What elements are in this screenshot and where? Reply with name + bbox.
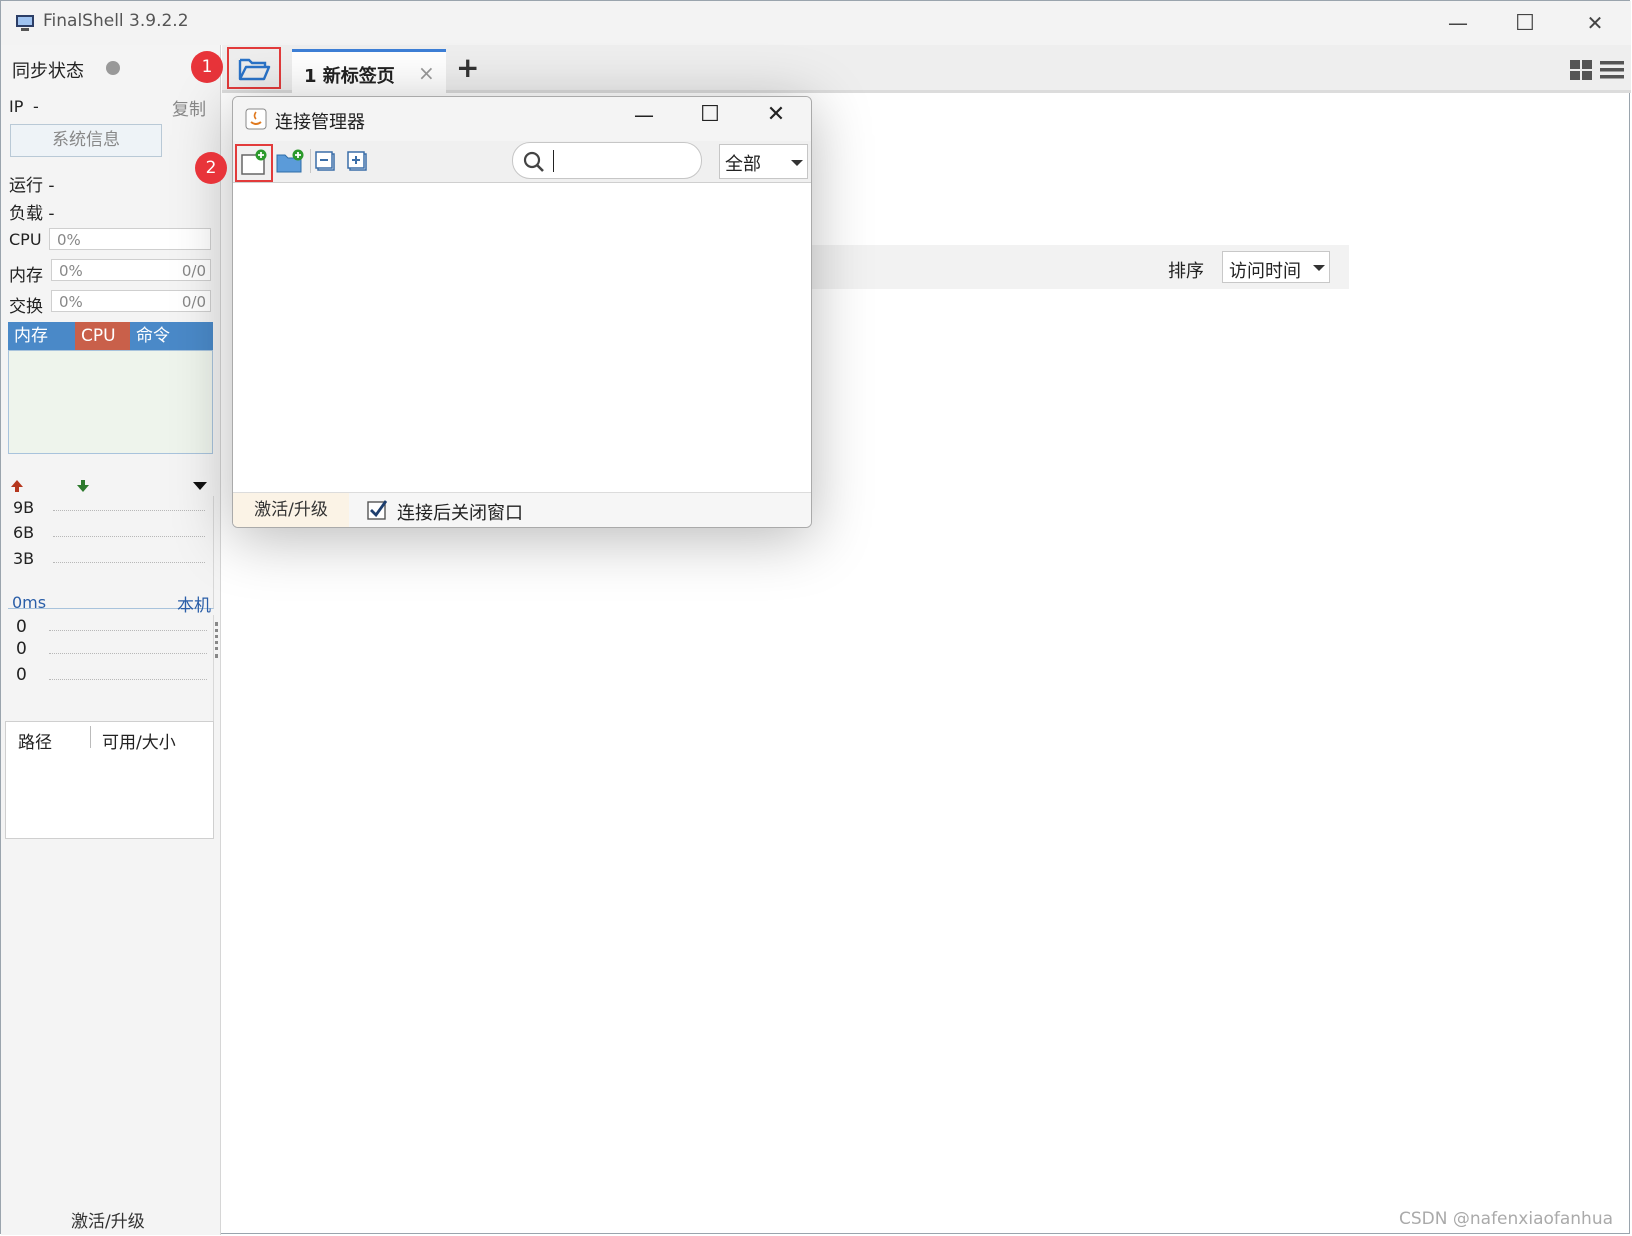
text-cursor [553, 150, 554, 172]
sidebar: 同步状态 IP - 复制 系统信息 运行 - 负载 - CPU 0% 内存 0%… [1, 45, 221, 1235]
close-after-connect-checkbox[interactable] [367, 499, 389, 521]
dialog-footer: 激活/升级 连接后关闭窗口 [233, 492, 811, 527]
net-scale-low: 3B [13, 549, 35, 568]
maximize-button[interactable]: ☐ [1495, 1, 1555, 45]
new-connection-icon [241, 149, 267, 175]
annotation-badge-2: 2 [195, 152, 227, 184]
title-bar: FinalShell 3.9.2.2 — ☐ ✕ [1, 1, 1631, 45]
latency-label: 0ms [12, 593, 47, 612]
interface-dropdown-icon[interactable] [193, 481, 207, 491]
latency-value: 0 [16, 617, 27, 637]
watermark: CSDN @nafenxiaofanhua [1399, 1209, 1614, 1229]
net-scale-high: 9B [13, 498, 35, 517]
sync-status-label: 同步状态 [12, 61, 84, 82]
java-app-icon [245, 108, 267, 130]
new-folder-icon[interactable] [275, 147, 305, 175]
swap-value: 0% [59, 293, 83, 311]
monitor-tab-cpu[interactable]: CPU [75, 322, 130, 350]
connection-manager-dialog: 连接管理器 — ☐ ✕ 全部 激活/升级 连接后关闭窗口 [232, 96, 812, 528]
tab-strip: 1 新标签页 × + [222, 45, 1631, 93]
latency-target-button[interactable]: 本机 [177, 591, 211, 616]
latency-gridline [49, 679, 207, 680]
window-title: FinalShell 3.9.2.2 [43, 11, 189, 31]
close-tab-icon[interactable]: × [418, 61, 435, 85]
dialog-minimize-button[interactable]: — [619, 103, 669, 135]
sort-value: 访问时间 [1229, 261, 1301, 282]
net-gridline [53, 510, 205, 511]
latency-chart [8, 615, 214, 724]
folder-open-icon [238, 58, 271, 81]
dialog-maximize-button[interactable]: ☐ [685, 102, 735, 134]
tab-new-tab[interactable]: 1 新标签页 × [292, 49, 446, 93]
close-after-connect-label: 连接后关闭窗口 [397, 503, 523, 524]
latency-gridline [49, 653, 207, 654]
sidebar-activate-link[interactable]: 激活/升级 [71, 1207, 145, 1232]
add-tab-button[interactable]: + [456, 51, 479, 84]
latency-value: 0 [16, 639, 27, 659]
dialog-toolbar: 全部 [233, 141, 811, 183]
monitor-chart-area [8, 350, 213, 454]
dialog-activate-button[interactable]: 激活/升级 [233, 493, 349, 527]
grid-view-icon[interactable] [1569, 59, 1595, 81]
memory-value: 0% [59, 262, 83, 280]
open-connection-manager-button[interactable] [227, 47, 281, 89]
tab-label: 1 新标签页 [304, 66, 395, 87]
ip-label: IP [9, 97, 24, 116]
search-field[interactable] [512, 142, 702, 179]
dialog-title: 连接管理器 [275, 112, 365, 133]
memory-meter: 0% 0/0 [51, 259, 211, 281]
disk-column-size[interactable]: 可用/大小 [102, 728, 176, 753]
swap-meter: 0% 0/0 [51, 290, 211, 312]
main-window: FinalShell 3.9.2.2 — ☐ ✕ 同步状态 IP - 复制 系统… [0, 0, 1631, 1235]
latency-gridline [49, 630, 207, 631]
memory-label: 内存 [9, 266, 43, 286]
cpu-value: 0% [57, 231, 81, 249]
memory-total: 0/0 [181, 262, 206, 280]
filter-select[interactable]: 全部 [719, 144, 808, 179]
swap-label: 交换 [9, 297, 43, 317]
chevron-down-icon [1313, 265, 1325, 271]
close-button[interactable]: ✕ [1565, 1, 1625, 45]
disk-table: 路径 可用/大小 [5, 721, 214, 839]
sort-label: 排序 [1168, 261, 1204, 282]
sort-select[interactable]: 访问时间 [1222, 251, 1330, 283]
uptime-label: 运行 - [9, 176, 55, 196]
minimize-button[interactable]: — [1428, 1, 1488, 45]
dialog-title-bar: 连接管理器 — ☐ ✕ [233, 97, 811, 141]
swap-total: 0/0 [181, 293, 206, 311]
filter-value: 全部 [725, 154, 761, 175]
upload-arrow-icon [11, 480, 23, 492]
monitor-tab-memory[interactable]: 内存 [8, 322, 74, 350]
net-gridline [53, 562, 205, 563]
sync-status-indicator [106, 61, 120, 75]
net-scale-mid: 6B [13, 523, 35, 542]
sidebar-resize-handle[interactable] [215, 622, 221, 658]
disk-column-path[interactable]: 路径 [18, 728, 52, 753]
system-info-button[interactable]: 系统信息 [10, 124, 162, 157]
expand-all-icon[interactable] [347, 151, 369, 173]
monitor-tab-command[interactable]: 命令 [130, 322, 213, 350]
cpu-meter: 0% [49, 228, 211, 250]
column-divider [90, 726, 91, 748]
load-label: 负载 - [9, 204, 55, 224]
connection-list[interactable] [233, 183, 811, 492]
cpu-label: CPU [9, 230, 42, 249]
dialog-close-button[interactable]: ✕ [751, 102, 801, 134]
app-icon [16, 15, 34, 31]
toolbar-divider [310, 149, 311, 173]
content-header: 排序 访问时间 [801, 245, 1349, 289]
latency-value: 0 [16, 665, 27, 685]
copy-button[interactable]: 复制 [172, 95, 206, 120]
new-connection-button[interactable] [235, 144, 273, 182]
ip-value: - [33, 97, 39, 116]
list-view-icon[interactable] [1599, 59, 1625, 81]
chevron-down-icon [791, 160, 803, 166]
net-gridline [53, 536, 205, 537]
collapse-all-icon[interactable] [315, 151, 337, 173]
annotation-badge-1: 1 [191, 51, 223, 83]
download-arrow-icon [77, 480, 89, 492]
search-icon [523, 151, 544, 172]
